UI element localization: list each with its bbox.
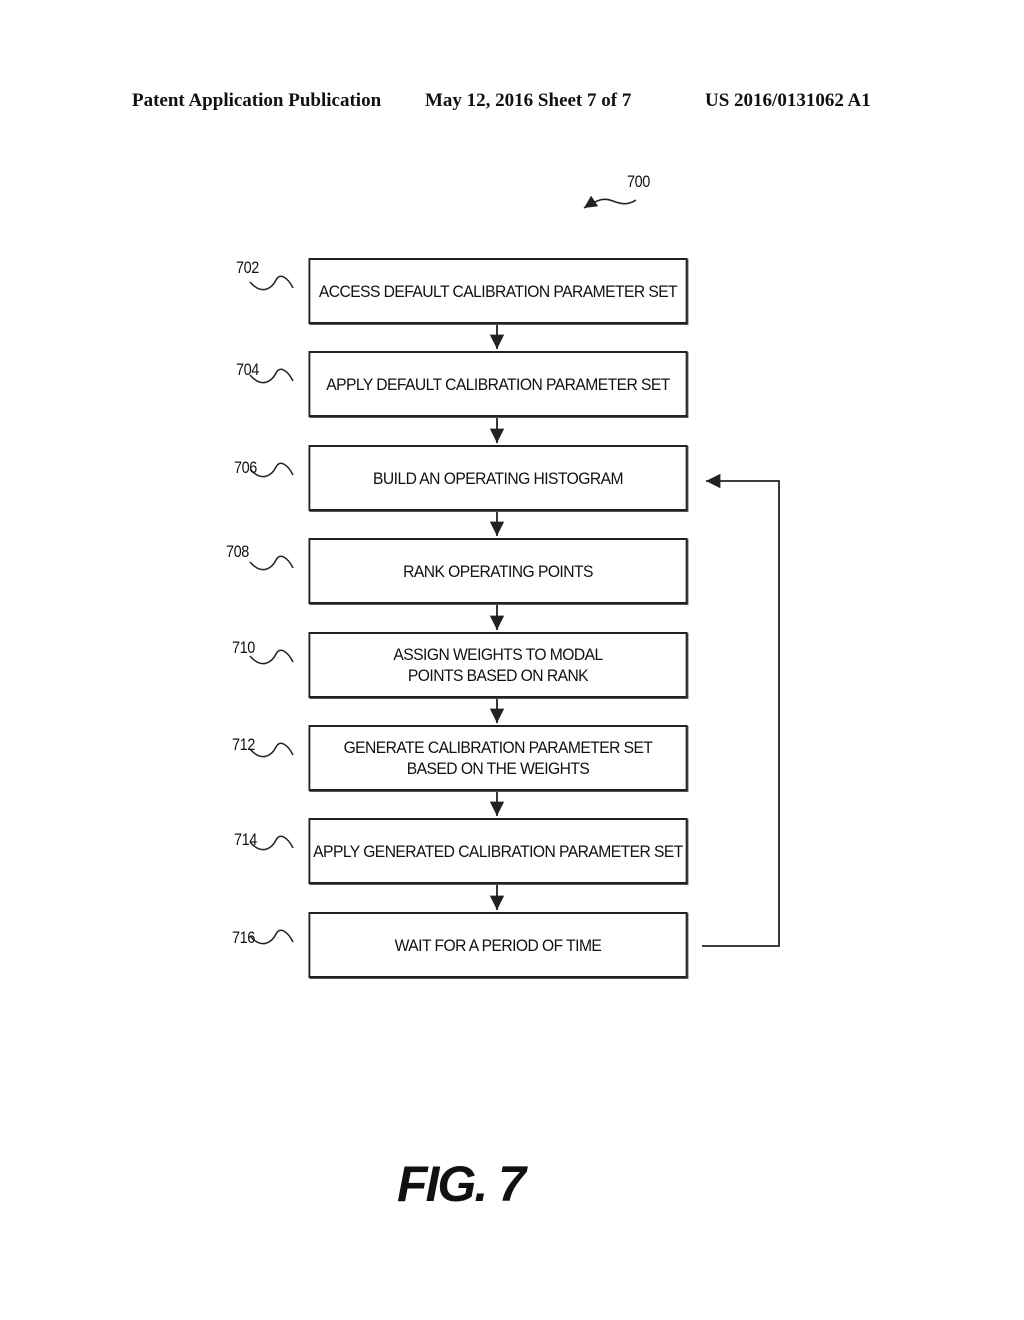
step-box-712: GENERATE CALIBRATION PARAMETER SET BASED … — [308, 725, 688, 791]
step-text-line: POINTS BASED ON RANK — [407, 666, 589, 685]
figure-caption: FIG. 7 — [397, 1156, 526, 1212]
ref-leader-line — [249, 929, 294, 945]
step-text-line: BUILD AN OPERATING HISTOGRAM — [373, 468, 623, 488]
step-text: WAIT FOR A PERIOD OF TIME — [395, 935, 602, 956]
step-ref-label: 704 — [236, 360, 259, 379]
step-box-710: ASSIGN WEIGHTS TO MODAL POINTS BASED ON R… — [308, 632, 688, 698]
step-ref-label: 714 — [234, 830, 257, 849]
figure-ref-label: 700 — [627, 172, 650, 191]
step-box-704: APPLY DEFAULT CALIBRATION PARAMETER SET — [308, 351, 688, 417]
loop-back-connector — [702, 473, 780, 947]
step-ref-label: 708 — [226, 542, 249, 561]
ref-leader-line — [249, 555, 294, 571]
step-text-line: BASED ON THE WEIGHTS — [406, 759, 590, 778]
step-ref-label: 706 — [234, 458, 257, 477]
ref-leader-line — [249, 649, 294, 665]
step-box-714: APPLY GENERATED CALIBRATION PARAMETER SE… — [308, 818, 688, 884]
step-ref-label: 702 — [236, 258, 259, 277]
step-text-line: ASSIGN WEIGHTS TO MODAL — [393, 645, 603, 664]
step-ref-label: 712 — [232, 735, 255, 754]
figure-ref-arrow — [583, 195, 637, 209]
step-box-708: RANK OPERATING POINTS — [308, 538, 688, 604]
step-ref-label: 710 — [232, 638, 255, 657]
step-text: APPLY GENERATED CALIBRATION PARAMETER SE… — [313, 841, 683, 862]
ref-leader-line — [249, 275, 294, 291]
step-text-line: APPLY DEFAULT CALIBRATION PARAMETER SET — [326, 374, 670, 394]
step-text: RANK OPERATING POINTS — [403, 561, 593, 582]
step-ref-label: 716 — [232, 928, 255, 947]
step-text-line: APPLY GENERATED CALIBRATION PARAMETER SE… — [313, 841, 683, 861]
step-text-line: RANK OPERATING POINTS — [403, 561, 593, 581]
step-text: APPLY DEFAULT CALIBRATION PARAMETER SET — [326, 374, 670, 395]
step-text: ACCESS DEFAULT CALIBRATION PARAMETER SET — [318, 281, 678, 302]
step-text-line: GENERATE CALIBRATION PARAMETER SET — [343, 738, 653, 757]
step-box-706: BUILD AN OPERATING HISTOGRAM — [308, 445, 688, 511]
step-text-line: WAIT FOR A PERIOD OF TIME — [394, 935, 602, 955]
ref-leader-line — [249, 742, 294, 758]
step-text: GENERATE CALIBRATION PARAMETER SET BASED … — [344, 737, 653, 779]
step-text: BUILD AN OPERATING HISTOGRAM — [373, 468, 623, 489]
step-box-716: WAIT FOR A PERIOD OF TIME — [308, 912, 688, 978]
step-box-702: ACCESS DEFAULT CALIBRATION PARAMETER SET — [308, 258, 688, 324]
step-text: ASSIGN WEIGHTS TO MODAL POINTS BASED ON R… — [393, 644, 603, 686]
step-text-line: ACCESS DEFAULT CALIBRATION PARAMETER SET — [318, 281, 678, 301]
